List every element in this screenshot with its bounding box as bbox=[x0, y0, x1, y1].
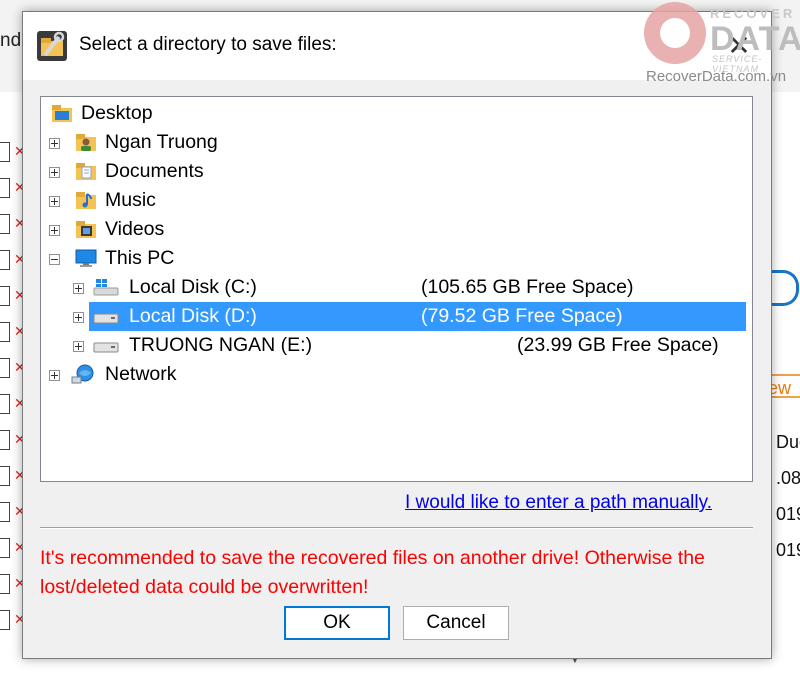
free-space-text: (79.52 GB Free Space) bbox=[421, 305, 623, 327]
checkbox[interactable] bbox=[0, 574, 10, 594]
select-directory-dialog: Select a directory to save files: ✕ Desk… bbox=[22, 11, 772, 659]
music-folder-icon bbox=[76, 192, 96, 209]
watermark-site-text: RecoverData.com.vn bbox=[646, 68, 787, 85]
expand-icon[interactable] bbox=[49, 225, 60, 236]
tree-item-label: Music bbox=[105, 189, 156, 211]
tree-item-label: Ngan Truong bbox=[105, 131, 218, 153]
list-item[interactable]: ✕ bbox=[0, 602, 26, 638]
list-item[interactable]: ✕ bbox=[0, 134, 26, 170]
documents-folder-icon bbox=[76, 163, 96, 180]
desktop-folder-icon bbox=[52, 105, 72, 122]
list-item[interactable]: ✕ bbox=[0, 350, 26, 386]
tree-item-user[interactable]: Ngan Truong bbox=[41, 128, 752, 157]
tree-item-network[interactable]: Network bbox=[41, 360, 752, 389]
monitor-icon bbox=[75, 249, 97, 267]
tree-item-this-pc[interactable]: This PC bbox=[41, 244, 752, 273]
checkbox[interactable] bbox=[0, 502, 10, 522]
cancel-button[interactable]: Cancel bbox=[403, 606, 509, 640]
checkbox[interactable] bbox=[0, 250, 10, 270]
details-text: 019 bbox=[776, 540, 800, 560]
expand-icon[interactable] bbox=[73, 283, 84, 294]
tree-item-label: Network bbox=[105, 363, 177, 385]
tree-item-videos[interactable]: Videos bbox=[41, 215, 752, 244]
tree-item-desktop[interactable]: Desktop bbox=[41, 99, 752, 128]
checkbox[interactable] bbox=[0, 178, 10, 198]
tree-item-drive-d[interactable]: Local Disk (D:) (79.52 GB Free Space) bbox=[41, 302, 752, 331]
hard-drive-icon bbox=[93, 342, 119, 353]
list-item[interactable]: ✕ bbox=[0, 566, 26, 602]
user-folder-icon bbox=[76, 134, 96, 151]
tree-item-music[interactable]: Music bbox=[41, 186, 752, 215]
list-item[interactable]: ✕ bbox=[0, 422, 26, 458]
folder-wrench-icon bbox=[37, 31, 67, 61]
tree-item-label: Videos bbox=[105, 218, 165, 240]
list-item[interactable]: ✕ bbox=[0, 494, 26, 530]
list-item[interactable]: ✕ bbox=[0, 278, 26, 314]
list-item[interactable]: ✕ bbox=[0, 530, 26, 566]
watermark: RECOVER DATA SERVICE-VIETNAM RecoverData… bbox=[640, 0, 800, 92]
tree-item-label: Documents bbox=[105, 160, 204, 182]
tree-item-drive-e[interactable]: TRUONG NGAN (E:) (23.99 GB Free Space) bbox=[41, 331, 752, 360]
enter-path-manually-link[interactable]: I would like to enter a path manually. bbox=[405, 492, 712, 514]
list-item[interactable]: ✕ bbox=[0, 242, 26, 278]
collapse-icon[interactable] bbox=[49, 254, 60, 265]
videos-folder-icon bbox=[76, 221, 96, 238]
divider bbox=[40, 527, 753, 529]
tree-item-label: Desktop bbox=[81, 102, 153, 124]
expand-icon[interactable] bbox=[73, 341, 84, 352]
checkbox[interactable] bbox=[0, 466, 10, 486]
list-item[interactable]: ✕ bbox=[0, 458, 26, 494]
checkbox[interactable] bbox=[0, 142, 10, 162]
windows-drive-icon bbox=[93, 279, 119, 296]
tree-item-label: This PC bbox=[105, 247, 175, 269]
free-space-text: (23.99 GB Free Space) bbox=[517, 334, 719, 356]
list-item[interactable]: ✕ bbox=[0, 314, 26, 350]
dialog-title: Select a directory to save files: bbox=[79, 34, 337, 55]
checkbox[interactable] bbox=[0, 286, 10, 306]
checkbox[interactable] bbox=[0, 214, 10, 234]
tree-item-drive-c[interactable]: Local Disk (C:) (105.65 GB Free Space) bbox=[41, 273, 752, 302]
background-file-list: ✕ ✕ ✕ ✕ ✕ ✕ ✕ ✕ ✕ ✕ ✕ ✕ ✕ ✕ bbox=[0, 92, 26, 673]
watermark-recover-text: RECOVER bbox=[710, 6, 796, 21]
expand-icon[interactable] bbox=[49, 167, 60, 178]
details-text: 019 bbox=[776, 504, 800, 524]
checkbox[interactable] bbox=[0, 358, 10, 378]
expand-icon[interactable] bbox=[49, 370, 60, 381]
list-item[interactable]: ✕ bbox=[0, 386, 26, 422]
ok-button[interactable]: OK bbox=[284, 606, 390, 640]
free-space-text: (105.65 GB Free Space) bbox=[421, 276, 634, 298]
expand-icon[interactable] bbox=[73, 312, 84, 323]
expand-icon[interactable] bbox=[49, 196, 60, 207]
checkbox[interactable] bbox=[0, 430, 10, 450]
tree-item-label: Local Disk (C:) bbox=[129, 276, 257, 298]
expand-icon[interactable] bbox=[49, 138, 60, 149]
list-item[interactable]: ✕ bbox=[0, 170, 26, 206]
list-item[interactable]: ✕ bbox=[0, 206, 26, 242]
details-text: .08 bbox=[776, 468, 800, 488]
hard-drive-icon bbox=[93, 313, 119, 324]
details-text: Duon bbox=[776, 432, 800, 452]
checkbox[interactable] bbox=[0, 394, 10, 414]
network-globe-icon bbox=[71, 364, 94, 384]
watermark-logo-icon bbox=[644, 2, 706, 64]
tree-item-label: TRUONG NGAN (E:) bbox=[129, 334, 313, 356]
checkbox[interactable] bbox=[0, 610, 10, 630]
tree-item-label: Local Disk (D:) bbox=[129, 305, 257, 327]
preview-circle-icon bbox=[772, 270, 799, 306]
background-toolbar-text: nd bbox=[0, 30, 22, 51]
folder-tree[interactable]: Desktop Ngan Truong Documents Music Vide… bbox=[40, 96, 753, 482]
warning-message: It's recommended to save the recovered f… bbox=[40, 547, 705, 598]
checkbox[interactable] bbox=[0, 538, 10, 558]
checkbox[interactable] bbox=[0, 322, 10, 342]
tree-item-documents[interactable]: Documents bbox=[41, 157, 752, 186]
